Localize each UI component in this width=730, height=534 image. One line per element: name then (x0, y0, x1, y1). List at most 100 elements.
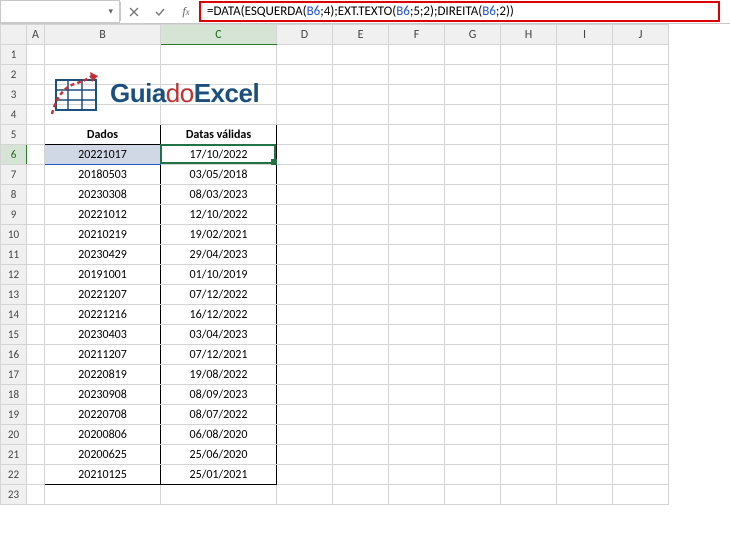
cell-F13[interactable] (389, 285, 445, 305)
cell-J15[interactable] (613, 325, 669, 345)
cell-D7[interactable] (277, 165, 333, 185)
cell-J4[interactable] (613, 105, 669, 125)
cell-C10[interactable]: 19/02/2021 (161, 225, 277, 245)
cell-H5[interactable] (501, 125, 557, 145)
cell-B19[interactable]: 20220708 (45, 405, 161, 425)
column-header-E[interactable]: E (333, 25, 389, 45)
cell-E10[interactable] (333, 225, 389, 245)
cell-H13[interactable] (501, 285, 557, 305)
cell-G8[interactable] (445, 185, 501, 205)
cell-E6[interactable] (333, 145, 389, 165)
cell-D3[interactable] (277, 85, 333, 105)
cell-G17[interactable] (445, 365, 501, 385)
cell-D6[interactable] (277, 145, 333, 165)
cell-H6[interactable] (501, 145, 557, 165)
row-header-20[interactable]: 20 (1, 425, 27, 445)
cell-D15[interactable] (277, 325, 333, 345)
cell-J20[interactable] (613, 425, 669, 445)
row-header-2[interactable]: 2 (1, 65, 27, 85)
cell-C18[interactable]: 08/09/2023 (161, 385, 277, 405)
row-header-14[interactable]: 14 (1, 305, 27, 325)
cell-H21[interactable] (501, 445, 557, 465)
cell-H12[interactable] (501, 265, 557, 285)
cell-B1[interactable] (45, 45, 161, 65)
cell-A2[interactable] (27, 65, 45, 85)
cell-G4[interactable] (445, 105, 501, 125)
cell-A4[interactable] (27, 105, 45, 125)
cell-J2[interactable] (613, 65, 669, 85)
cell-G3[interactable] (445, 85, 501, 105)
cell-I8[interactable] (557, 185, 613, 205)
row-header-7[interactable]: 7 (1, 165, 27, 185)
row-header-13[interactable]: 13 (1, 285, 27, 305)
cell-I22[interactable] (557, 465, 613, 485)
cell-G10[interactable] (445, 225, 501, 245)
cell-F3[interactable] (389, 85, 445, 105)
cell-G11[interactable] (445, 245, 501, 265)
cancel-button[interactable] (121, 0, 147, 23)
cell-F18[interactable] (389, 385, 445, 405)
row-header-5[interactable]: 5 (1, 125, 27, 145)
cell-E12[interactable] (333, 265, 389, 285)
cell-E13[interactable] (333, 285, 389, 305)
row-header-4[interactable]: 4 (1, 105, 27, 125)
cell-I15[interactable] (557, 325, 613, 345)
cell-I10[interactable] (557, 225, 613, 245)
cell-C20[interactable]: 06/08/2020 (161, 425, 277, 445)
cell-J17[interactable] (613, 365, 669, 385)
cell-H3[interactable] (501, 85, 557, 105)
cell-E7[interactable] (333, 165, 389, 185)
cell-G15[interactable] (445, 325, 501, 345)
cell-A20[interactable] (27, 425, 45, 445)
cell-F11[interactable] (389, 245, 445, 265)
cell-J10[interactable] (613, 225, 669, 245)
cell-F21[interactable] (389, 445, 445, 465)
cell-E2[interactable] (333, 65, 389, 85)
cell-J22[interactable] (613, 465, 669, 485)
row-header-19[interactable]: 19 (1, 405, 27, 425)
cell-I18[interactable] (557, 385, 613, 405)
cell-C23[interactable] (161, 485, 277, 505)
column-header-J[interactable]: J (613, 25, 669, 45)
name-box[interactable]: ▾ (0, 0, 120, 23)
cell-D17[interactable] (277, 365, 333, 385)
cell-H9[interactable] (501, 205, 557, 225)
name-box-dropdown-icon[interactable]: ▾ (108, 6, 113, 17)
cell-I6[interactable] (557, 145, 613, 165)
cell-G20[interactable] (445, 425, 501, 445)
cell-D21[interactable] (277, 445, 333, 465)
cell-H10[interactable] (501, 225, 557, 245)
cell-D14[interactable] (277, 305, 333, 325)
row-header-15[interactable]: 15 (1, 325, 27, 345)
cell-J23[interactable] (613, 485, 669, 505)
cell-A10[interactable] (27, 225, 45, 245)
column-header-B[interactable]: B (45, 25, 161, 45)
cell-A11[interactable] (27, 245, 45, 265)
cell-H20[interactable] (501, 425, 557, 445)
cell-E9[interactable] (333, 205, 389, 225)
cell-D16[interactable] (277, 345, 333, 365)
cell-F14[interactable] (389, 305, 445, 325)
cell-G12[interactable] (445, 265, 501, 285)
cell-B14[interactable]: 20221216 (45, 305, 161, 325)
cell-C1[interactable] (161, 45, 277, 65)
cell-H4[interactable] (501, 105, 557, 125)
cell-C5[interactable]: Datas válidas (161, 125, 277, 145)
cell-J11[interactable] (613, 245, 669, 265)
cell-I23[interactable] (557, 485, 613, 505)
cell-H7[interactable] (501, 165, 557, 185)
cell-I9[interactable] (557, 205, 613, 225)
cell-J18[interactable] (613, 385, 669, 405)
cell-B22[interactable]: 20210125 (45, 465, 161, 485)
cell-C14[interactable]: 16/12/2022 (161, 305, 277, 325)
cell-C12[interactable]: 01/10/2019 (161, 265, 277, 285)
cell-A12[interactable] (27, 265, 45, 285)
row-header-12[interactable]: 12 (1, 265, 27, 285)
cell-D11[interactable] (277, 245, 333, 265)
cell-C11[interactable]: 29/04/2023 (161, 245, 277, 265)
cell-I19[interactable] (557, 405, 613, 425)
cell-B17[interactable]: 20220819 (45, 365, 161, 385)
row-header-17[interactable]: 17 (1, 365, 27, 385)
cell-F19[interactable] (389, 405, 445, 425)
cell-I5[interactable] (557, 125, 613, 145)
